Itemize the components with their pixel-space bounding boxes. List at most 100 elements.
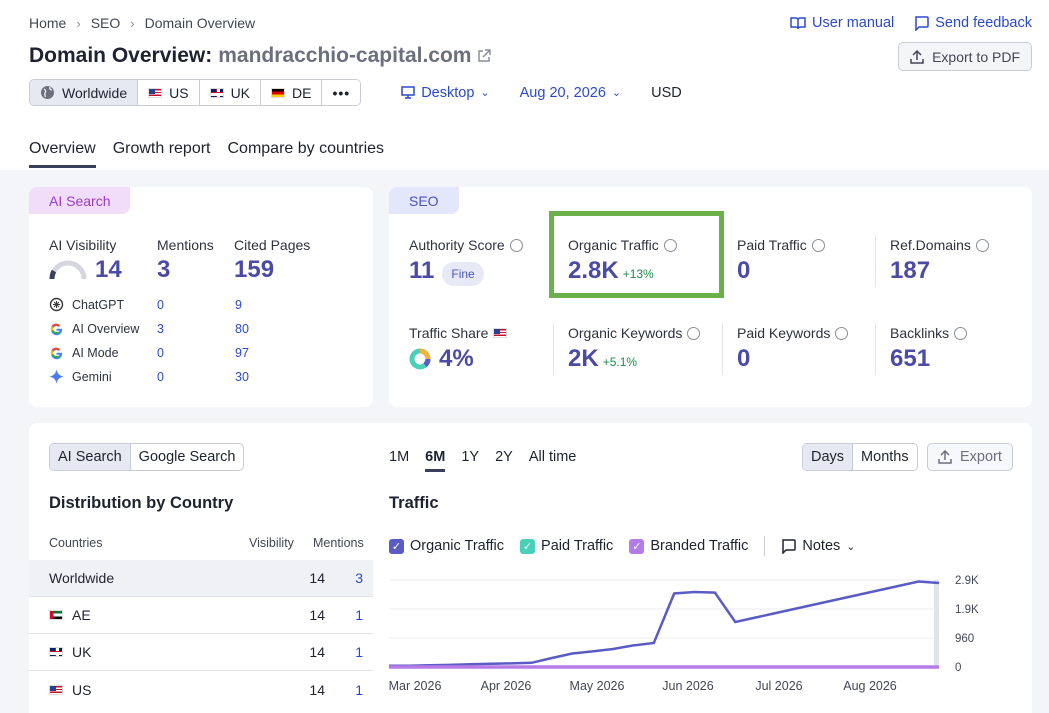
ai-source-mentions[interactable]: 0 bbox=[157, 346, 235, 360]
period-2y[interactable]: 2Y bbox=[495, 449, 513, 472]
period-tabs: 1M 6M 1Y 2Y All time bbox=[389, 449, 576, 472]
db-tab-label: Worldwide bbox=[62, 84, 128, 101]
ai-source-mentions[interactable]: 0 bbox=[157, 370, 235, 384]
ai-visibility-value[interactable]: 14 bbox=[95, 256, 122, 284]
google-icon bbox=[50, 347, 63, 360]
db-tab-de[interactable]: DE bbox=[261, 80, 323, 105]
ai-source-cited[interactable]: 80 bbox=[235, 322, 249, 336]
breadcrumb-seo[interactable]: SEO bbox=[91, 15, 121, 31]
row-mentions[interactable]: 1 bbox=[325, 607, 363, 623]
legend-paid[interactable]: ✓ Paid Traffic bbox=[520, 538, 613, 554]
external-link-icon[interactable] bbox=[477, 49, 492, 63]
period-all-time[interactable]: All time bbox=[529, 449, 577, 472]
traffic-share-label: Traffic Share bbox=[409, 325, 489, 341]
info-icon[interactable] bbox=[509, 238, 523, 252]
upload-icon bbox=[910, 49, 924, 64]
chatgpt-icon bbox=[49, 297, 64, 312]
period-1y[interactable]: 1Y bbox=[461, 449, 479, 472]
table-row[interactable]: Worldwide 14 3 bbox=[29, 560, 373, 597]
breadcrumb: Home › SEO › Domain Overview bbox=[29, 15, 255, 31]
legend-label: Paid Traffic bbox=[541, 538, 614, 554]
table-row[interactable]: UK 14 1 bbox=[29, 634, 373, 671]
divider bbox=[553, 323, 554, 375]
ai-source-cited[interactable]: 9 bbox=[235, 298, 242, 312]
us-flag-icon bbox=[148, 87, 163, 98]
authority-score-value[interactable]: 11 bbox=[409, 257, 434, 284]
period-1m[interactable]: 1M bbox=[389, 449, 409, 472]
traffic-chart[interactable]: 0 960 1.9K 2.9K Mar 2026 Apr 2026 May 2026 Jun … bbox=[389, 570, 1029, 705]
row-mentions[interactable]: 1 bbox=[325, 644, 363, 660]
chevron-right-icon: › bbox=[76, 15, 81, 31]
more-databases-button[interactable]: ••• bbox=[322, 80, 361, 105]
tab-compare-countries[interactable]: Compare by countries bbox=[228, 140, 385, 168]
row-visibility: 14 bbox=[309, 607, 325, 623]
cited-pages-value[interactable]: 159 bbox=[234, 256, 310, 284]
backlinks-value[interactable]: 651 bbox=[890, 345, 967, 373]
row-country: UK bbox=[72, 644, 92, 660]
info-icon[interactable] bbox=[835, 326, 849, 340]
highlight-box bbox=[549, 211, 724, 298]
us-flag-icon bbox=[49, 684, 63, 695]
upload-icon bbox=[938, 450, 952, 464]
organic-keywords-delta: +5.1% bbox=[602, 355, 638, 369]
y-tick-label: 1.9K bbox=[955, 604, 979, 616]
organic-keywords-metric: Organic Keywords 2K +5.1% bbox=[568, 325, 701, 373]
table-row[interactable]: AE 14 1 bbox=[29, 597, 373, 634]
info-icon[interactable] bbox=[811, 238, 825, 252]
toggle-days[interactable]: Days bbox=[803, 444, 854, 470]
checkbox-checked-icon: ✓ bbox=[629, 538, 645, 554]
toggle-ai-search[interactable]: AI Search bbox=[50, 444, 131, 470]
legend-organic[interactable]: ✓ Organic Traffic bbox=[389, 538, 504, 554]
ai-source-cited[interactable]: 97 bbox=[235, 346, 249, 360]
page-title-domain[interactable]: mandracchio-capital.com bbox=[218, 44, 471, 68]
db-tab-worldwide[interactable]: Worldwide bbox=[30, 80, 139, 105]
mentions-value[interactable]: 3 bbox=[157, 256, 214, 284]
chevron-right-icon: › bbox=[130, 15, 135, 31]
ai-source-mentions[interactable]: 0 bbox=[157, 298, 235, 312]
db-tab-label: UK bbox=[230, 84, 251, 101]
notes-dropdown[interactable]: Notes ⌄ bbox=[781, 538, 856, 554]
search-toggle: AI Search Google Search bbox=[49, 443, 245, 471]
row-mentions[interactable]: 1 bbox=[325, 682, 363, 698]
organic-keywords-value[interactable]: 2K bbox=[568, 345, 599, 372]
period-6m[interactable]: 6M bbox=[425, 449, 446, 472]
send-feedback-link[interactable]: Send feedback bbox=[914, 15, 1032, 31]
db-tab-uk[interactable]: UK bbox=[199, 80, 262, 105]
paid-traffic-metric: Paid Traffic 0 bbox=[737, 237, 825, 285]
toggle-months[interactable]: Months bbox=[853, 444, 917, 470]
export-pdf-button[interactable]: Export to PDF bbox=[898, 42, 1032, 71]
info-icon[interactable] bbox=[687, 326, 701, 340]
col-visibility: Visibility bbox=[249, 536, 294, 550]
traffic-title: Traffic bbox=[389, 494, 439, 512]
breadcrumb-home[interactable]: Home bbox=[29, 15, 66, 31]
table-row[interactable]: US 14 1 bbox=[29, 671, 373, 708]
y-tick-label: 2.9K bbox=[955, 575, 979, 587]
db-extra: Desktop ⌄ Aug 20, 2026 ⌄ USD bbox=[401, 85, 682, 101]
info-icon[interactable] bbox=[954, 326, 968, 340]
legend-branded[interactable]: ✓ Branded Traffic bbox=[629, 538, 748, 554]
ai-row-ai-mode: AI Mode 0 97 bbox=[49, 345, 249, 360]
chart-legend: ✓ Organic Traffic ✓ Paid Traffic ✓ Branded … bbox=[389, 536, 856, 556]
toggle-google-search[interactable]: Google Search bbox=[131, 444, 244, 470]
ai-source-mentions[interactable]: 3 bbox=[157, 322, 235, 336]
date-select[interactable]: Aug 20, 2026 ⌄ bbox=[520, 85, 622, 101]
tab-overview[interactable]: Overview bbox=[29, 140, 96, 168]
device-select[interactable]: Desktop ⌄ bbox=[401, 85, 490, 101]
ai-row-ai-overview: AI Overview 3 80 bbox=[49, 321, 249, 336]
traffic-share-value[interactable]: 4% bbox=[439, 345, 474, 373]
paid-keywords-value[interactable]: 0 bbox=[737, 345, 848, 373]
paid-keywords-metric: Paid Keywords 0 bbox=[737, 325, 849, 373]
mentions-metric: Mentions 3 bbox=[157, 237, 214, 284]
info-icon[interactable] bbox=[975, 238, 989, 252]
divider bbox=[875, 323, 876, 375]
ai-source-cited[interactable]: 30 bbox=[235, 370, 249, 384]
tab-growth-report[interactable]: Growth report bbox=[113, 140, 211, 168]
ref-domains-value[interactable]: 187 bbox=[890, 257, 989, 285]
export-button[interactable]: Export bbox=[927, 443, 1013, 471]
chevron-down-icon: ⌄ bbox=[846, 540, 856, 553]
paid-traffic-value[interactable]: 0 bbox=[737, 257, 825, 285]
user-manual-link[interactable]: User manual bbox=[790, 15, 894, 31]
row-mentions[interactable]: 3 bbox=[325, 570, 363, 586]
db-tab-us[interactable]: US bbox=[138, 80, 200, 105]
checkbox-checked-icon: ✓ bbox=[520, 538, 536, 554]
